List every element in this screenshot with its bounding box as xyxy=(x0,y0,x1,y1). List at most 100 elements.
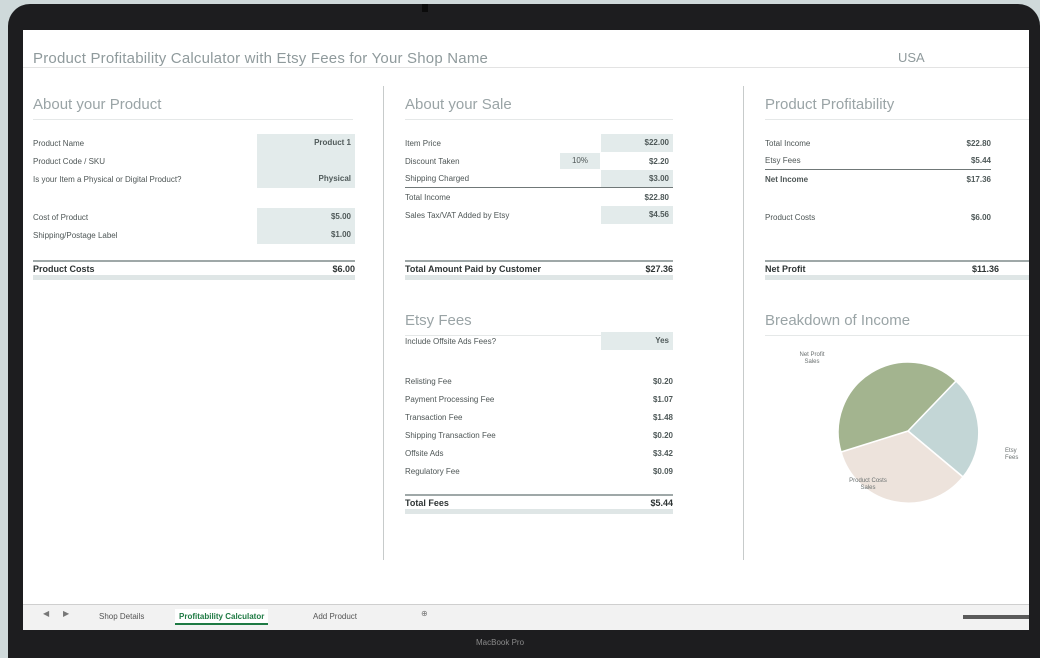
pie-label-product-costs: Product Costs Sales xyxy=(849,478,887,491)
total-fees-value: $5.44 xyxy=(650,497,673,508)
profit-product-costs-value: $6.00 xyxy=(970,212,991,222)
profit-product-costs-row: Product Costs $6.00 xyxy=(765,208,991,226)
offsite-ads-label: Include Offsite Ads Fees? xyxy=(405,336,497,346)
product-heading: About your Product xyxy=(33,96,353,120)
currency-label[interactable]: USA xyxy=(898,50,925,65)
relisting-fee-label: Relisting Fee xyxy=(405,376,452,386)
cost-of-product-value[interactable]: $5.00 xyxy=(257,208,355,226)
shipping-charged-row: Shipping Charged $3.00 xyxy=(405,170,673,188)
tab-add-product[interactable]: Add Product xyxy=(309,609,361,625)
transaction-fee-row: Transaction Fee $1.48 xyxy=(405,408,673,426)
total-income-row: Total Income $22.80 xyxy=(405,188,673,206)
offsite-ads-value[interactable]: Yes xyxy=(601,332,673,350)
column-divider xyxy=(383,86,384,560)
discount-value: $2.20 xyxy=(648,156,669,166)
camera-notch xyxy=(422,4,428,12)
profit-total-income-label: Total Income xyxy=(765,138,811,148)
tab-prev-icon[interactable]: ◀ xyxy=(43,609,49,618)
product-costs-total-row: Product Costs $6.00 xyxy=(33,260,355,280)
net-income-row: Net Income $17.36 xyxy=(765,170,991,188)
spreadsheet-screen: Product Profitability Calculator with Et… xyxy=(23,30,1029,630)
product-name-label: Product Name xyxy=(33,138,85,148)
net-profit-value: $11.36 xyxy=(971,263,999,274)
offsite-ads-row: Include Offsite Ads Fees? Yes xyxy=(405,332,673,350)
relisting-fee-row: Relisting Fee $0.20 xyxy=(405,372,673,390)
profit-product-costs-label: Product Costs xyxy=(765,212,816,222)
tab-next-icon[interactable]: ▶ xyxy=(63,609,69,618)
cost-of-product-row: Cost of Product $5.00 xyxy=(33,208,355,226)
title-bar: Product Profitability Calculator with Et… xyxy=(23,30,1029,68)
offsite-ads-fee-value: $3.42 xyxy=(652,448,673,458)
shipping-label-row: Shipping/Postage Label $1.00 xyxy=(33,226,355,244)
horizontal-scrollbar[interactable] xyxy=(963,615,1029,619)
transaction-fee-value: $1.48 xyxy=(652,412,673,422)
profit-etsy-fees-label: Etsy Fees xyxy=(765,156,801,165)
sales-tax-label: Sales Tax/VAT Added by Etsy xyxy=(405,210,510,220)
amount-paid-label: Total Amount Paid by Customer xyxy=(405,263,542,274)
product-type-value[interactable]: Physical xyxy=(257,170,355,188)
item-price-label: Item Price xyxy=(405,138,442,148)
sheet-tab-bar: ◀ ▶ Shop Details Profitability Calculato… xyxy=(23,604,1029,630)
profitability-heading: Product Profitability xyxy=(765,96,1029,120)
relisting-fee-value: $0.20 xyxy=(652,376,673,386)
payment-processing-value: $1.07 xyxy=(652,394,673,404)
shipping-transaction-value: $0.20 xyxy=(652,430,673,440)
total-income-label: Total Income xyxy=(405,192,451,202)
product-costs-label: Product Costs xyxy=(33,263,95,274)
product-code-value[interactable] xyxy=(257,152,355,170)
amount-paid-total-row: Total Amount Paid by Customer $27.36 xyxy=(405,260,673,280)
product-type-row: Is your Item a Physical or Digital Produ… xyxy=(33,170,355,188)
product-type-label: Is your Item a Physical or Digital Produ… xyxy=(33,174,182,184)
total-fees-row: Total Fees $5.44 xyxy=(405,494,673,514)
regulatory-fee-row: Regulatory Fee $0.09 xyxy=(405,462,673,480)
tab-profitability-calculator[interactable]: Profitability Calculator xyxy=(175,609,269,625)
net-income-value: $17.36 xyxy=(966,174,991,184)
column-divider-right xyxy=(743,86,744,560)
payment-processing-label: Payment Processing Fee xyxy=(405,394,495,404)
profit-total-income-value: $22.80 xyxy=(966,138,991,148)
item-price-row: Item Price $22.00 xyxy=(405,134,673,152)
profit-etsy-fees-value: $5.44 xyxy=(970,156,991,165)
product-name-row: Product Name Product 1 xyxy=(33,134,355,152)
pie-label-net-profit: Net Profit Sales xyxy=(799,352,825,365)
net-profit-row: Net Profit $11.36 xyxy=(765,260,1029,280)
profit-etsy-fees-row: Etsy Fees $5.44 xyxy=(765,152,991,170)
product-name-value[interactable]: Product 1 xyxy=(257,134,355,152)
discount-row: Discount Taken $2.20 xyxy=(405,152,673,170)
sale-heading: About your Sale xyxy=(405,96,673,120)
payment-processing-row: Payment Processing Fee $1.07 xyxy=(405,390,673,408)
document-title: Product Profitability Calculator with Et… xyxy=(33,50,489,67)
shipping-charged-value[interactable]: $3.00 xyxy=(601,170,673,187)
amount-paid-value: $27.36 xyxy=(645,263,673,274)
shipping-transaction-row: Shipping Transaction Fee $0.20 xyxy=(405,426,673,444)
income-pie-chart xyxy=(837,361,980,504)
sales-tax-row: Sales Tax/VAT Added by Etsy $4.56 xyxy=(405,206,673,224)
regulatory-fee-label: Regulatory Fee xyxy=(405,466,460,476)
tab-shop-details[interactable]: Shop Details xyxy=(95,609,148,625)
net-profit-label: Net Profit xyxy=(765,263,806,274)
offsite-ads-fee-row: Offsite Ads $3.42 xyxy=(405,444,673,462)
discount-percent-input[interactable]: 10% xyxy=(560,153,600,169)
laptop-frame: Product Profitability Calculator with Et… xyxy=(8,4,1040,658)
device-label: MacBook Pro xyxy=(476,638,525,647)
transaction-fee-label: Transaction Fee xyxy=(405,412,463,422)
offsite-ads-fee-label: Offsite Ads xyxy=(405,448,444,458)
shipping-label-label: Shipping/Postage Label xyxy=(33,230,118,240)
sales-tax-value[interactable]: $4.56 xyxy=(601,206,673,224)
item-price-value[interactable]: $22.00 xyxy=(601,134,673,152)
total-fees-label: Total Fees xyxy=(405,497,449,508)
profit-total-income-row: Total Income $22.80 xyxy=(765,134,991,152)
add-sheet-icon[interactable]: ⊕ xyxy=(421,609,428,618)
product-code-row: Product Code / SKU xyxy=(33,152,355,170)
regulatory-fee-value: $0.09 xyxy=(652,466,673,476)
product-costs-value: $6.00 xyxy=(332,263,355,274)
cost-of-product-label: Cost of Product xyxy=(33,212,89,222)
total-income-value: $22.80 xyxy=(644,192,669,202)
product-code-label: Product Code / SKU xyxy=(33,156,106,166)
pie-label-etsy-fees: Etsy Fees xyxy=(1005,448,1019,461)
shipping-charged-label: Shipping Charged xyxy=(405,174,470,183)
breakdown-heading: Breakdown of Income xyxy=(765,312,1029,336)
shipping-transaction-label: Shipping Transaction Fee xyxy=(405,430,496,440)
shipping-label-value[interactable]: $1.00 xyxy=(257,226,355,244)
net-income-label: Net Income xyxy=(765,174,809,184)
